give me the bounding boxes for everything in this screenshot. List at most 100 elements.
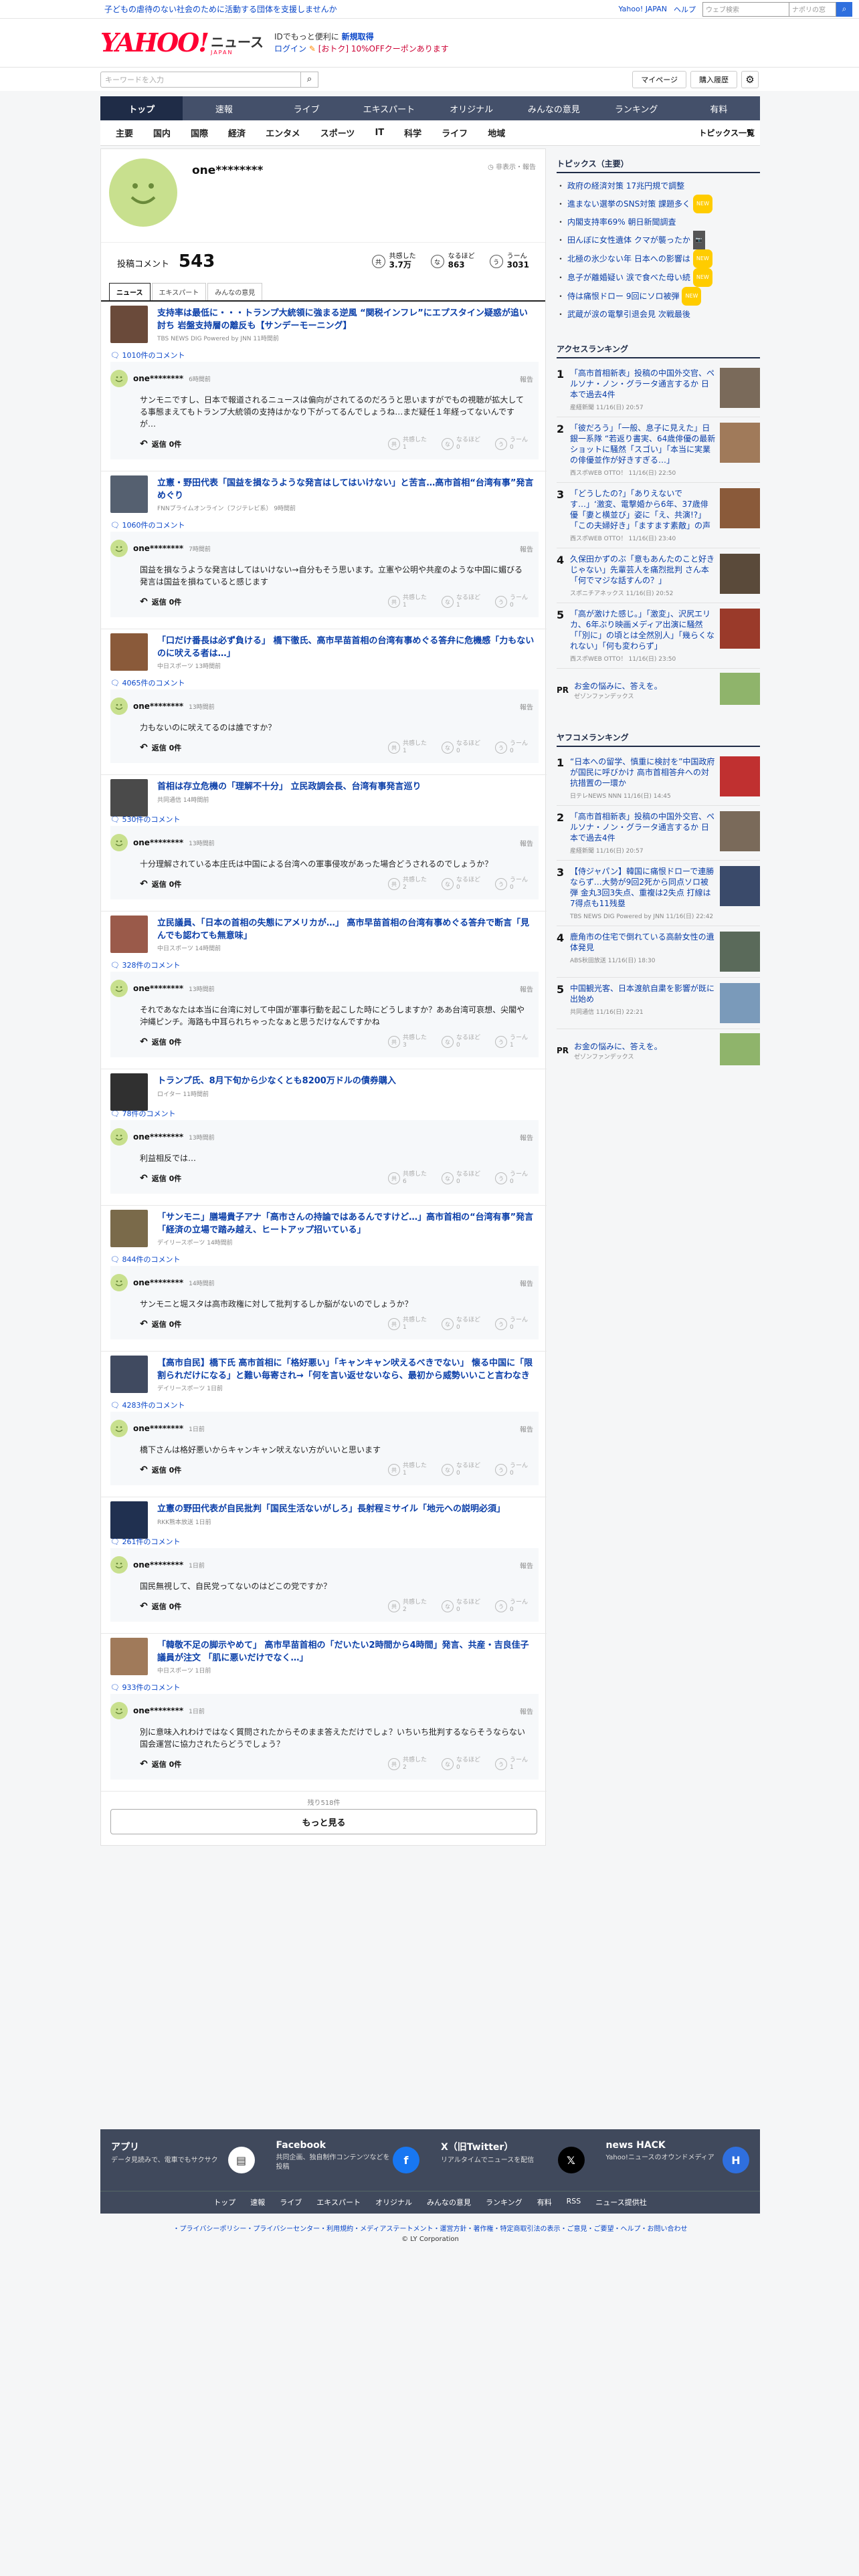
vote-button[interactable]: ななるほど 0: [441, 1757, 480, 1772]
topic-item[interactable]: 侍は痛恨ドロー 9回にソロ被弾NEW: [557, 287, 760, 306]
keyword-search-button[interactable]: ⌕: [301, 71, 318, 88]
sub-nav-item[interactable]: 国際: [181, 126, 218, 139]
comment-count-link[interactable]: 🗨 933件のコメント: [110, 1682, 180, 1693]
comment-user-name[interactable]: one********: [133, 544, 183, 553]
sub-nav-item[interactable]: 国内: [143, 126, 181, 139]
vote-button[interactable]: 共共感した 1: [387, 437, 427, 451]
report-link[interactable]: 報告: [520, 1424, 533, 1434]
vote-button[interactable]: ううーん 0: [494, 740, 528, 755]
vote-button[interactable]: ううーん 0: [494, 595, 528, 609]
comment-user-name[interactable]: one********: [133, 1424, 183, 1433]
main-nav-tab[interactable]: オリジナル: [430, 96, 512, 120]
ranking-item[interactable]: 4 久保田かずのぶ「意もあんたのこと好きじゃない」先輩芸人を痛烈批判 さん本「何で…: [557, 548, 760, 603]
comment-user-name[interactable]: one********: [133, 984, 183, 993]
vote-button[interactable]: ななるほど 0: [441, 877, 480, 891]
article-card[interactable]: 立憲の野田代表が自民批判「国民生活ないがしろ」長射程ミサイル「地元への説明必須」…: [110, 1497, 539, 1539]
web-search-button[interactable]: ⌕: [836, 1, 852, 17]
vote-button[interactable]: ななるほど 0: [441, 1599, 480, 1614]
rank-title[interactable]: “日本への留学、慎重に検討を”中国政府が国民に呼びかけ 高市首相答弁への対抗措置…: [570, 756, 716, 788]
main-nav-tab[interactable]: ライブ: [266, 96, 348, 120]
comment-user-name[interactable]: one********: [133, 374, 183, 383]
report-link[interactable]: 報告: [520, 544, 533, 554]
article-card[interactable]: 首相は存立危機の「理解不十分」 立民政調会長、台湾有事発言巡り 共同通信 14時間…: [110, 775, 539, 817]
rank-title[interactable]: 「高市首相新表」投稿の中国外交官、ペルソナ・ノン・グラータ通言するか 日本で過去…: [570, 811, 716, 843]
sub-nav-item[interactable]: 経済: [218, 126, 256, 139]
topic-item[interactable]: 北極の氷少ない年 日本への影響はNEW: [557, 249, 760, 268]
vote-button[interactable]: ななるほど 0: [441, 437, 480, 451]
rank-title[interactable]: 「高市首相新表」投稿の中国外交官、ペルソナ・ノン・グラータ通言するか 日本で過去…: [570, 368, 716, 400]
rank-title[interactable]: 「どうしたの?」「ありえないです…」‘激変、電撃婚から6年、37歳俳優「妻と横並…: [570, 488, 716, 531]
reply-button[interactable]: ↶ 返信 0件: [140, 1319, 181, 1329]
footer-nav-link[interactable]: ニュース提供社: [595, 2197, 646, 2208]
article-title[interactable]: 「サンモニ」膳場貴子アナ「高市さんの持論ではあるんですけど…」高市首相の“台湾有…: [157, 1211, 535, 1237]
report-link[interactable]: 報告: [520, 838, 533, 848]
vote-button[interactable]: 共共感した 3: [387, 1035, 427, 1049]
vote-button[interactable]: ううーん 0: [494, 1171, 528, 1186]
ranking-item[interactable]: 2 「彼だろう」「一般、息子に見えた」日銀一系隊 “若返り書実、64歳俳優の最新シ…: [557, 417, 760, 483]
article-title[interactable]: 「韓敬不足の脚示やめて」 高市早苗首相の「だいたい2時間から4時間」発言、共産・…: [157, 1639, 535, 1665]
footer-nav-link[interactable]: オリジナル: [375, 2197, 412, 2208]
comment-count-link[interactable]: 🗨 1010件のコメント: [110, 350, 185, 360]
hide-report-link[interactable]: ◷ 非表示・報告: [488, 161, 536, 171]
report-link[interactable]: 報告: [520, 1560, 533, 1570]
footer-app[interactable]: アプリ データ見読みで、電車でもサクサク ▤: [100, 2129, 266, 2191]
pr-ad-2[interactable]: PR お金の悩みに、答えを。 ゼゾンファンデックス: [557, 1029, 760, 1072]
comment-user-name[interactable]: one********: [133, 1132, 183, 1142]
topic-item[interactable]: 田んぼに女性遺体 クマが襲ったか📷: [557, 231, 760, 249]
main-nav-tab[interactable]: エキスパート: [348, 96, 430, 120]
vote-button[interactable]: ななるほど 1: [441, 595, 480, 609]
comment-count-link[interactable]: 🗨 328件のコメント: [110, 960, 180, 970]
footer-nav-link[interactable]: ライブ: [280, 2197, 302, 2208]
article-card[interactable]: トランプ氏、8月下旬から少なくとも8200万ドルの債券購入 ロイター 11時間前: [110, 1069, 539, 1111]
vote-button[interactable]: ななるほど 0: [441, 1463, 480, 1477]
comment-count-link[interactable]: 🗨 1060件のコメント: [110, 520, 185, 530]
sub-nav-item[interactable]: 主要: [106, 126, 143, 139]
vote-button[interactable]: ううーん 0: [494, 877, 528, 891]
mypage-button[interactable]: マイページ: [632, 70, 686, 88]
vote-button[interactable]: ううーん 1: [494, 1757, 528, 1772]
report-link[interactable]: 報告: [520, 1706, 533, 1716]
purchase-history-button[interactable]: 購入履歴: [690, 70, 737, 88]
rank-title[interactable]: 鹿角市の住宅で倒れている高齢女性の遺体発見: [570, 932, 716, 953]
article-card[interactable]: 「韓敬不足の脚示やめて」 高市早苗首相の「だいたい2時間から4時間」発言、共産・…: [110, 1634, 539, 1679]
article-title[interactable]: 首相は存立危機の「理解不十分」 立民政調会長、台湾有事発言巡り: [157, 780, 535, 793]
article-card[interactable]: 「口だけ番長は必ず負ける」 橋下徹氏、高市早苗首相の台湾有事めぐる答弁に危機感「…: [110, 629, 539, 675]
article-title[interactable]: トランプ氏、8月下旬から少なくとも8200万ドルの債券購入: [157, 1075, 535, 1087]
vote-button[interactable]: ななるほど 0: [441, 1171, 480, 1186]
vote-button[interactable]: 共共感した 2: [387, 1599, 427, 1614]
reply-button[interactable]: ↶ 返信 0件: [140, 1173, 181, 1184]
ranking-item[interactable]: 2 「高市首相新表」投稿の中国外交官、ペルソナ・ノン・グラータ通言するか 日本で過…: [557, 806, 760, 861]
article-title[interactable]: 【高市自民】橋下氏 高市首相に「格好悪い」「キャンキャン吠えるべきでない」 懐る…: [157, 1357, 535, 1382]
topic-item[interactable]: 内閣支持率69% 朝日新聞調査: [557, 213, 760, 231]
comment-count-link[interactable]: 🗨 78件のコメント: [110, 1108, 175, 1119]
footer-nav-link[interactable]: 有料: [537, 2197, 552, 2208]
footer-nav-link[interactable]: エキスパート: [316, 2197, 361, 2208]
reply-button[interactable]: ↶ 返信 0件: [140, 1759, 181, 1769]
footer-app[interactable]: X（旧Twitter） リアルタイムでニュースを配信 𝕏: [430, 2129, 595, 2191]
vote-button[interactable]: 共共感した 2: [387, 1757, 427, 1772]
keyword-input[interactable]: キーワードを入力: [100, 71, 301, 88]
vote-button[interactable]: ううーん 0: [494, 437, 528, 451]
comment-user-name[interactable]: one********: [133, 838, 183, 847]
comment-count-link[interactable]: 🗨 4283件のコメント: [110, 1400, 185, 1410]
vote-button[interactable]: ななるほど 0: [441, 1317, 480, 1331]
signup-link[interactable]: 新規取得: [342, 32, 374, 41]
ranking-item[interactable]: 3 【侍ジャパン】韓国に痛恨ドローで連勝ならず…大勢が9回2死から同点ソロ被弾 金…: [557, 861, 760, 926]
vote-button[interactable]: ななるほど 0: [441, 740, 480, 755]
main-nav-tab[interactable]: 有料: [678, 96, 760, 120]
footer-nav-link[interactable]: ランキング: [486, 2197, 522, 2208]
reply-button[interactable]: ↶ 返信 0件: [140, 1465, 181, 1475]
rank-title[interactable]: 「彼だろう」「一般、息子に見えた」日銀一系隊 “若返り書実、64歳俳優の最新ショ…: [570, 423, 716, 465]
footer-app[interactable]: Facebook 共同企画、独自制作コンテンツなどを投稿 f: [266, 2129, 431, 2191]
comment-user-name[interactable]: one********: [133, 702, 183, 711]
reply-button[interactable]: ↶ 返信 0件: [140, 1037, 181, 1047]
ranking-item[interactable]: 5 「高が激けた感じ。」「激変」、沢尻エリカ、6年ぶり映画メディア出演に騒然「「別…: [557, 603, 760, 669]
footer-nav-link[interactable]: みんなの意見: [427, 2197, 471, 2208]
pr-ad[interactable]: PR お金の悩みに、答えを。 ゼゾンファンデックス: [557, 669, 760, 712]
ranking-item[interactable]: 5 中国観光客、日本渡航自粛を影響が既に出始め 共同通信 11/16(日) 22:2…: [557, 978, 760, 1029]
ranking-item[interactable]: 4 鹿角市の住宅で倒れている高齢女性の遺体発見 ABS秋田放送 11/16(日) 1…: [557, 926, 760, 978]
vote-button[interactable]: ううーん 1: [494, 1035, 528, 1049]
article-card[interactable]: 「サンモニ」膳場貴子アナ「高市さんの持論ではあるんですけど…」高市首相の“台湾有…: [110, 1206, 539, 1251]
rank-title[interactable]: 中国観光客、日本渡航自粛を影響が既に出始め: [570, 983, 716, 1004]
report-link[interactable]: 報告: [520, 702, 533, 712]
